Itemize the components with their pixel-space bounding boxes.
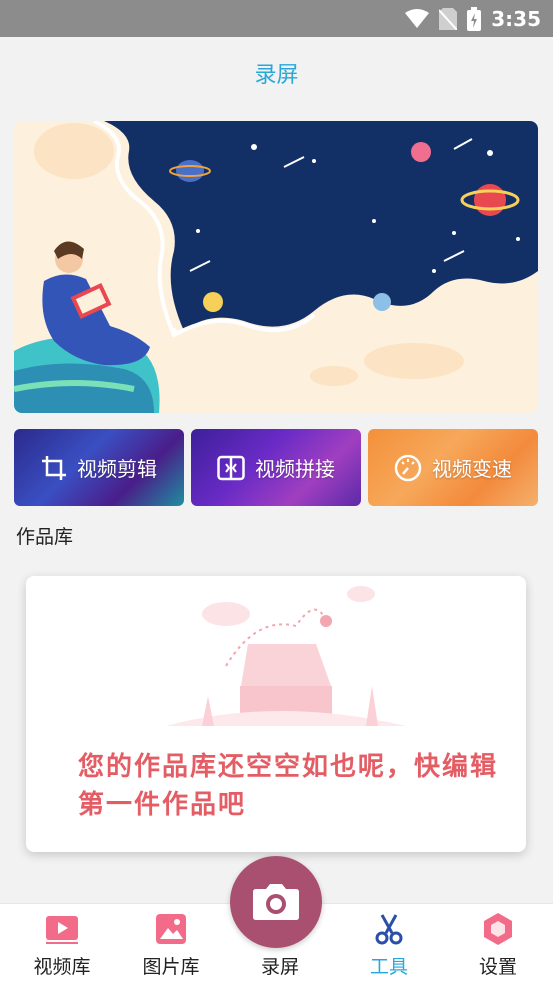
tab-label: 图片库 bbox=[142, 956, 200, 978]
empty-library-message: 您的作品库还空空如也呢，快编辑第一件作品吧 bbox=[78, 752, 499, 820]
banner-artwork bbox=[14, 121, 538, 413]
header: 录屏 bbox=[0, 37, 553, 109]
crop-icon bbox=[42, 455, 66, 480]
tab-video-library[interactable]: 视频库 bbox=[7, 904, 117, 984]
banner-illustration[interactable] bbox=[14, 121, 538, 413]
empty-illustration bbox=[166, 586, 406, 726]
wifi-icon bbox=[405, 8, 430, 28]
tool-video-crop-button[interactable]: 视频剪辑 bbox=[14, 429, 184, 506]
tab-label: 设置 bbox=[478, 956, 517, 978]
merge-icon bbox=[217, 455, 245, 480]
tool-video-merge-button[interactable]: 视频拼接 bbox=[191, 429, 361, 506]
camera-icon bbox=[253, 884, 299, 920]
play-video-icon bbox=[45, 912, 79, 946]
image-icon bbox=[154, 912, 188, 946]
speed-icon bbox=[394, 454, 422, 481]
tab-label: 视频库 bbox=[33, 956, 91, 978]
tab-label: 工具 bbox=[369, 956, 408, 978]
hexagon-settings-icon bbox=[481, 912, 515, 946]
no-sim-icon bbox=[439, 7, 458, 30]
tool-row: 视频剪辑 视频拼接 视频变速 bbox=[14, 429, 538, 506]
tool-label: 视频拼接 bbox=[255, 457, 335, 481]
library-section-title: 作品库 bbox=[16, 526, 74, 548]
tool-video-speed-button[interactable]: 视频变速 bbox=[368, 429, 538, 506]
status-time: 3:35 bbox=[491, 6, 541, 31]
tab-settings[interactable]: 设置 bbox=[443, 904, 553, 984]
tab-tools[interactable]: 工具 bbox=[334, 904, 444, 984]
battery-icon bbox=[467, 6, 482, 31]
tab-label: 录屏 bbox=[260, 956, 299, 978]
scissors-icon bbox=[372, 912, 406, 946]
page-title: 录屏 bbox=[254, 63, 299, 88]
tab-image-library[interactable]: 图片库 bbox=[116, 904, 226, 984]
record-button[interactable] bbox=[230, 856, 322, 948]
status-bar: 3:35 bbox=[0, 0, 553, 37]
tool-label: 视频变速 bbox=[432, 457, 512, 481]
tool-label: 视频剪辑 bbox=[77, 457, 157, 481]
status-icons: 3:35 bbox=[405, 0, 541, 37]
library-empty-card: 您的作品库还空空如也呢，快编辑第一件作品吧 bbox=[26, 576, 526, 852]
